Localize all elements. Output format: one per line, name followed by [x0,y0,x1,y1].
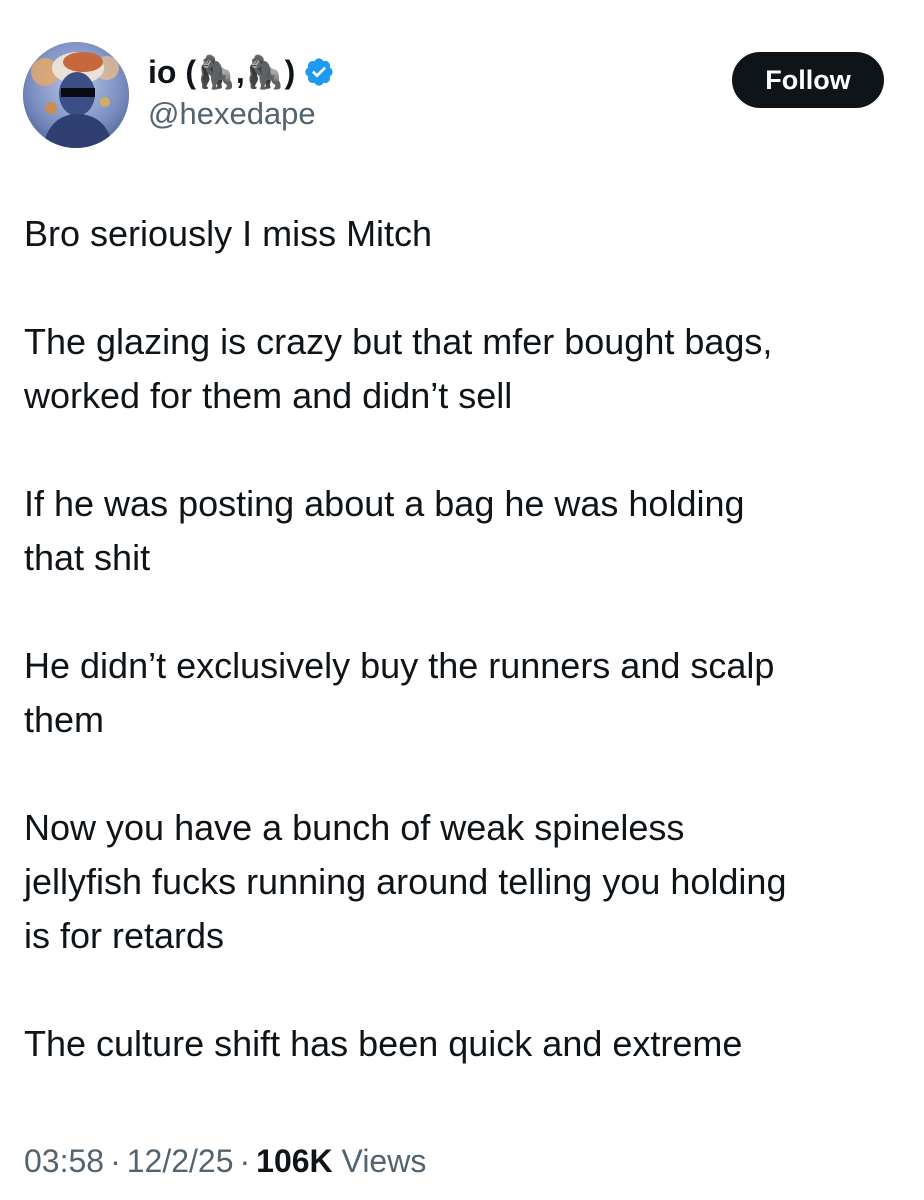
tweet-paragraph: He didn’t exclusively buy the runners an… [24,645,775,740]
verified-badge-icon [305,58,333,86]
meta-separator: · [110,1143,121,1179]
display-name-row: io (🦍,🦍) [148,50,335,94]
follow-button[interactable]: Follow [732,52,884,108]
meta-separator: · [239,1143,251,1179]
tweet-meta: 03:58 · 12/2/25 · 106K Views [24,1143,426,1180]
tweet-paragraph: If he was posting about a bag he was hol… [24,483,745,578]
tweet-date[interactable]: 12/2/25 [127,1143,234,1179]
avatar-image [23,42,129,148]
author-display-name[interactable]: io (🦍,🦍) [148,53,295,91]
tweet-text: Bro seriously I miss Mitch The glazing i… [24,207,900,1125]
author-names: io (🦍,🦍) @hexedape [148,50,335,132]
views-label: Views [341,1143,427,1179]
tweet-card: io (🦍,🦍) @hexedape Follow Bro seriously … [0,0,924,1200]
tweet-header: io (🦍,🦍) @hexedape Follow [20,40,888,150]
views-count[interactable]: 106K [256,1143,333,1179]
tweet-paragraph: The culture shift has been quick and ext… [24,1023,743,1064]
author-handle[interactable]: @hexedape [148,96,335,132]
tweet-time[interactable]: 03:58 [24,1143,104,1179]
tweet-paragraph: The glazing is crazy but that mfer bough… [24,321,773,416]
tweet-paragraph: Bro seriously I miss Mitch [24,213,433,254]
profile-avatar[interactable] [23,42,129,148]
tweet-paragraph: Now you have a bunch of weak spineless j… [24,807,787,956]
